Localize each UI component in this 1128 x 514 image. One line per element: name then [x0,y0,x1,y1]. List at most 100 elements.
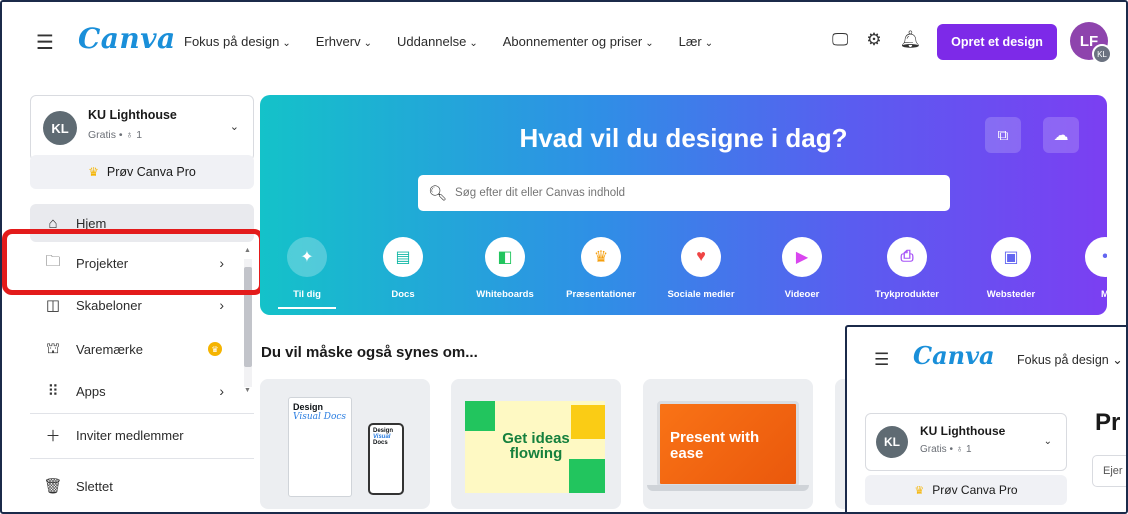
nav-label: Fokus på design [184,34,280,49]
docs-icon: ▤ [383,237,423,277]
desktop-app-icon[interactable]: 🖵 [832,30,848,50]
team-avatar: KL [1092,44,1112,64]
nav-laer[interactable]: Lær ⌄ [679,34,714,49]
nav-label: Abonnementer og priser [502,34,643,49]
top-navigation: ☰ Canva Fokus på design ⌄ Erhverv ⌄ Uddann… [2,2,1126,82]
category-label: Videoer [784,289,820,300]
nav-fokus-pa-design[interactable]: Fokus på design ⌄ [184,34,291,49]
category-videoer[interactable]: ▶ Videoer [747,237,857,300]
chevron-down-icon: ⌄ [363,38,372,49]
suggestions-title: Du vil måske også synes om... [261,344,478,361]
heart-icon: ♥ [681,237,721,277]
canva-logo[interactable]: Canva [913,341,995,370]
sidebar-item-label: Slettet [76,478,113,494]
crown-icon: ♛ [88,165,99,179]
sidebar-item-apps[interactable]: ⠿ Apps › [30,372,254,410]
pro-badge-icon: ♛ [208,342,222,356]
account-name: KU Lighthouse [88,108,177,122]
page-title: Pr [1095,409,1121,436]
category-more[interactable]: • M [1050,237,1107,300]
search-input[interactable] [455,187,936,199]
account-switcher[interactable]: KL KU Lighthouse Gratis • ♁ 1 ⌄ [865,413,1067,471]
suggestion-card-presentation[interactable]: Present with ease [643,379,813,509]
category-til-dig[interactable]: ✦ Til dig [260,237,362,300]
whiteboard-icon: ◧ [485,237,525,277]
phone-line-3: Docs [373,440,388,446]
bell-icon[interactable]: 🔔︎ [900,30,922,50]
presentation-text: Present with ease [670,429,760,462]
nav-label: Erhverv [315,34,361,49]
settings-icon[interactable]: ⚙ [866,30,881,50]
custom-size-icon[interactable]: ⧉ [985,117,1021,153]
sidebar-item-varemaerke[interactable]: ⛫ Varemærke ♛ [30,330,254,368]
nav-abonnementer[interactable]: Abonnementer og priser ⌄ [503,34,654,49]
category-label: Websteder [986,289,1036,300]
category-label: Præsentationer [566,289,636,300]
search-icon: 🔍︎ [428,185,448,202]
sidebar-item-inviter[interactable]: ＋ Inviter medlemmer [30,416,254,454]
try-pro-label: Prøv Canva Pro [106,165,196,179]
account-plan: Gratis • ♁ 1 [88,129,143,141]
doc-subtitle: Visual Docs [293,412,347,422]
plus-icon: ＋ [45,427,61,445]
scroll-down-icon[interactable]: ▼ [244,387,251,394]
brand-icon: ⛫ [46,339,60,357]
category-label: Til dig [293,289,321,300]
doc-title: Design [293,402,324,412]
phone-preview: Design Visual Docs [368,423,404,495]
category-row: ✦ Til dig ▤ Docs ◧ Whiteboards ♛ Præsent… [260,233,1107,315]
video-icon: ▶ [782,237,822,277]
category-label: Sociale medier [667,289,735,300]
try-canva-pro-button[interactable]: ♛ Prøv Canva Pro [865,475,1067,505]
hero-banner: Hvad vil du designe i dag? ⧉ ☁ 🔍︎ ✦ Til … [260,95,1107,315]
owner-filter[interactable]: Ejer [1092,455,1126,487]
nav-links: Fokus på design ⌄ Erhverv ⌄ Uddannelse ⌄ Ab… [184,34,738,49]
chevron-down-icon: ⌄ [229,121,239,133]
category-trykprodukter[interactable]: ⎙ Trykprodukter [852,237,962,300]
user-avatar[interactable]: LF KL [1070,22,1112,64]
top-icons: 🖵 ⚙ 🔔︎ [832,30,921,50]
nav-erhverv[interactable]: Erhverv ⌄ [316,34,372,49]
sidebar: KL KU Lighthouse Gratis • ♁ 1 ⌄ ♛ Prøv Ca… [12,87,254,512]
apps-grid-icon: ⠿ [47,383,59,400]
create-design-button[interactable]: Opret et design [937,24,1057,60]
category-whiteboards[interactable]: ◧ Whiteboards [450,237,560,300]
chevron-right-icon: › [219,383,224,399]
search-bar[interactable]: 🔍︎ [418,175,950,211]
nav-label: Lær [678,34,702,49]
suggestion-card-whiteboard[interactable]: Get ideas flowing [451,379,621,509]
menu-icon[interactable]: ☰ [36,33,54,53]
sidebar-item-slettet[interactable]: 🗑 Slettet [30,467,254,505]
whiteboard-text: Get ideas flowing [502,430,570,462]
sidebar-item-label: Varemærke [76,341,143,357]
category-docs[interactable]: ▤ Docs [348,237,458,300]
chevron-down-icon: ⌄ [469,38,478,49]
upload-cloud-icon[interactable]: ☁ [1043,117,1079,153]
nav-fokus-pa-design[interactable]: Fokus på design ⌄ [1017,352,1123,367]
chevron-down-icon: ⌄ [704,38,714,49]
sidebar-divider [30,458,254,459]
chevron-right-icon: › [219,297,224,313]
more-icon: • [1085,237,1107,277]
chevron-down-icon: ⌄ [282,38,291,49]
templates-icon: ◫ [45,297,61,314]
nav-label: Uddannelse [396,34,467,49]
menu-icon[interactable]: ☰ [874,350,889,370]
try-canva-pro-button[interactable]: ♛ Prøv Canva Pro [30,155,254,189]
category-sociale-medier[interactable]: ♥ Sociale medier [646,237,756,300]
suggestion-card-docs[interactable]: Design Visual Docs Design Visual Docs [260,379,430,509]
category-praesentationer[interactable]: ♛ Præsentationer [546,237,656,300]
sidebar-item-label: Apps [76,383,106,399]
banner-title: Hvad vil du designe i dag? [519,123,848,153]
sticky-note-green-2 [569,459,605,493]
nav-uddannelse[interactable]: Uddannelse ⌄ [397,34,478,49]
printer-icon: ⎙ [887,237,927,277]
sidebar-divider [30,413,254,414]
account-switcher[interactable]: KL KU Lighthouse Gratis • ♁ 1 ⌄ [30,95,254,161]
canva-logo[interactable]: Canva [78,22,176,55]
inset-screenshot: ☰ Canva Fokus på design ⌄ KL KU Lighthou… [845,325,1126,512]
account-name: KU Lighthouse [920,424,1006,438]
doc-preview: Design Visual Docs [288,397,352,497]
account-plan: Gratis • ♁ 1 [920,444,972,455]
sticky-note-green [465,401,495,431]
